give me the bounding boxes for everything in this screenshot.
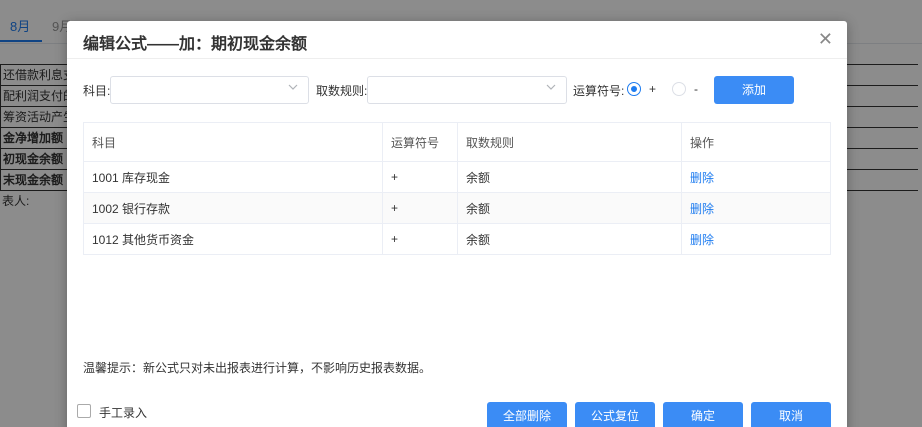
row-operator: + — [382, 223, 458, 255]
manual-entry-checkbox[interactable] — [77, 404, 91, 418]
col-operator-header: 运算符号 — [382, 122, 458, 162]
row-rule: 余额 — [457, 223, 682, 255]
delete-link[interactable]: 删除 — [690, 171, 714, 185]
row-subject: 1012 其他货币资金 — [83, 223, 383, 255]
operator-minus-radio[interactable] — [672, 82, 686, 96]
row-action-cell: 删除 — [681, 223, 831, 255]
add-item-form: 科目: 取数规则: 运算符号: + - 添加 — [83, 76, 823, 104]
delete-all-button[interactable]: 全部删除 — [487, 402, 567, 427]
cancel-button[interactable]: 取消 — [751, 402, 831, 427]
dialog-title: 编辑公式——加：期初现金余额 — [83, 36, 308, 53]
row-action-cell: 删除 — [681, 161, 831, 193]
operator-plus-radio[interactable] — [627, 82, 641, 96]
operator-label: 运算符号: — [573, 84, 625, 98]
table-row: 1012 其他货币资金 + 余额 删除 — [83, 223, 831, 255]
row-rule: 余额 — [457, 161, 682, 193]
subject-select[interactable] — [110, 76, 309, 104]
row-subject: 1002 银行存款 — [83, 192, 383, 224]
tip-text: 温馨提示：新公式只对未出报表进行计算，不影响历史报表数据。 — [83, 361, 432, 375]
operator-minus-label: - — [694, 82, 698, 96]
col-action-header: 操作 — [681, 122, 831, 162]
rule-select[interactable] — [367, 76, 567, 104]
chevron-down-icon — [546, 82, 558, 94]
row-operator: + — [382, 192, 458, 224]
row-subject: 1001 库存现金 — [83, 161, 383, 193]
add-button[interactable]: 添加 — [714, 76, 794, 104]
row-rule: 余额 — [457, 192, 682, 224]
formula-items-table: 科目 运算符号 取数规则 操作 1001 库存现金 + 余额 删除 1002 银… — [83, 122, 831, 255]
operator-plus-label: + — [649, 82, 657, 96]
rule-label: 取数规则: — [316, 84, 368, 98]
table-header-row: 科目 运算符号 取数规则 操作 — [83, 122, 831, 162]
table-row: 1002 银行存款 + 余额 删除 — [83, 192, 831, 224]
col-subject-header: 科目 — [83, 122, 383, 162]
delete-link[interactable]: 删除 — [690, 233, 714, 247]
delete-link[interactable]: 删除 — [690, 202, 714, 216]
col-rule-header: 取数规则 — [457, 122, 682, 162]
row-action-cell: 删除 — [681, 192, 831, 224]
chevron-down-icon — [288, 82, 300, 94]
close-icon[interactable]: ✕ — [818, 29, 833, 49]
subject-label: 科目: — [83, 84, 111, 98]
confirm-button[interactable]: 确定 — [663, 402, 743, 427]
table-row: 1001 库存现金 + 余额 删除 — [83, 161, 831, 193]
row-operator: + — [382, 161, 458, 193]
manual-entry-label: 手工录入 — [99, 406, 148, 420]
reset-formula-button[interactable]: 公式复位 — [575, 402, 655, 427]
edit-formula-dialog: 编辑公式——加：期初现金余额 ✕ 科目: 取数规则: 运算符号: + - 添加 … — [67, 21, 847, 427]
dialog-header: 编辑公式——加：期初现金余额 ✕ — [67, 21, 847, 59]
